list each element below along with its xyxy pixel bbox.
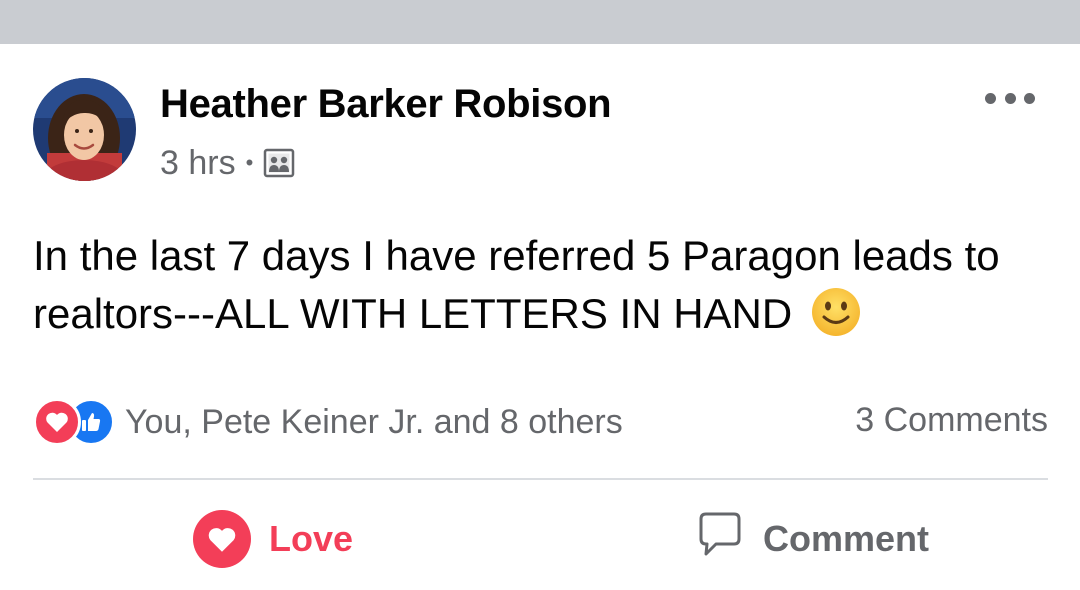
dot-icon — [1024, 92, 1035, 104]
meta-separator: • — [245, 150, 254, 175]
reactions-summary-text[interactable]: You, Pete Keiner Jr. and 8 others — [125, 403, 623, 442]
love-button-label: Love — [269, 518, 354, 559]
dot-icon — [985, 92, 996, 104]
love-reaction-icon — [33, 398, 81, 446]
group-audience-icon[interactable] — [263, 147, 295, 179]
more-options-button[interactable] — [985, 88, 1035, 108]
love-button[interactable]: Love — [193, 506, 353, 572]
heart-icon — [193, 510, 251, 568]
avatar-photo — [33, 78, 136, 181]
author-avatar[interactable] — [33, 78, 136, 181]
reactions-summary[interactable]: You, Pete Keiner Jr. and 8 others — [33, 397, 623, 447]
post-time[interactable]: 3 hrs — [160, 144, 236, 183]
author-name[interactable]: Heather Barker Robison — [160, 82, 612, 127]
comment-bubble-icon — [695, 510, 745, 569]
post-meta: 3 hrs • — [160, 143, 295, 183]
dot-icon — [1004, 92, 1016, 104]
comments-count[interactable]: 3 Comments — [855, 401, 1048, 440]
comment-button-label: Comment — [763, 518, 930, 559]
post-body: In the last 7 days I have referred 5 Par… — [33, 227, 1043, 343]
status-bar-area — [0, 0, 1080, 44]
slightly-smiling-face-icon — [810, 286, 862, 338]
divider — [33, 478, 1048, 480]
comment-button[interactable]: Comment — [695, 506, 929, 572]
